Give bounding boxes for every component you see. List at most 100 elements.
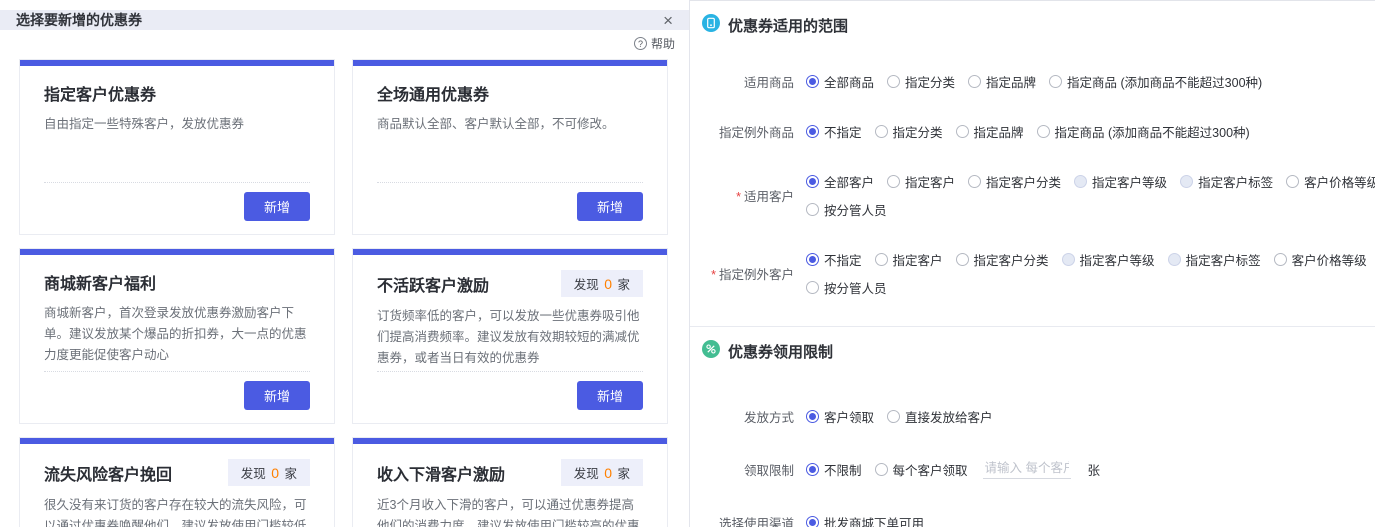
row-label: 适用商品 — [702, 72, 794, 91]
radio-option[interactable]: 指定客户 — [887, 172, 955, 191]
add-coupon-button[interactable]: 新增 — [576, 381, 643, 410]
card-description: 自由指定一些特殊客户，发放优惠券 — [44, 117, 245, 131]
radio-option[interactable]: 指定品牌 — [955, 122, 1024, 141]
radio-group-line: 全部商品 指定分类 指定品牌 指定商品 (添加商品不能超过300种) — [806, 70, 1262, 92]
section-header: 优惠券适用的范围 — [702, 1, 1375, 37]
radio-icon — [968, 174, 982, 188]
add-coupon-button[interactable]: 新增 — [576, 192, 643, 221]
card-description: 近3个月收入下滑的客户，可以通过优惠券提高他们的消费力度，建议发放使用门槛较高的… — [377, 498, 640, 527]
radio-icon — [806, 174, 819, 188]
radio-icon — [1049, 74, 1063, 88]
badge-suffix: 家 — [281, 467, 297, 481]
radio-group: 全部商品 指定分类 指定品牌 指定商品 (添加商品不能超过300种) — [806, 70, 1262, 92]
radio-icon — [1180, 174, 1194, 188]
radio-option[interactable]: 指定客户等级 — [1074, 172, 1167, 191]
radio-icon — [806, 515, 819, 527]
add-coupon-button[interactable]: 新增 — [243, 192, 310, 221]
row-label-text: 领取限制 — [743, 463, 794, 478]
radio-option[interactable]: 指定客户标签 — [1180, 172, 1273, 191]
coupon-scope-icon — [702, 14, 720, 37]
radio-option[interactable]: 指定客户 — [874, 250, 943, 269]
coupon-card: 商城新客户福利 商城新客户，首次登录发放优惠券激励客户下单。建议发放某个爆品的折扣… — [19, 248, 335, 424]
radio-option[interactable]: 全部客户 — [806, 172, 874, 191]
radio-icon — [955, 124, 969, 138]
form-panel: 优惠券适用的范围 适用商品 全部商品 指定分类 指定品牌 指定商品 (添加商品不能超过30… — [690, 0, 1375, 527]
radio-option[interactable]: 指定客户分类 — [968, 172, 1061, 191]
radio-icon — [955, 252, 969, 266]
form-row: *适用客户全部客户指定客户指定客户分类指定客户等级指定客户标签客户价格等级客户地… — [702, 170, 1375, 220]
radio-option-label: 指定分类 — [905, 75, 956, 90]
radio-option-label: 全部商品 — [824, 75, 875, 90]
radio-group-line: 不指定指定客户指定客户分类指定客户等级指定客户标签客户价格等级客户地区按分管部门 — [806, 248, 1375, 270]
radio-group: 不限制 每个客户领取 张 — [806, 458, 1100, 480]
required-asterisk: * — [736, 189, 741, 204]
radio-option[interactable]: 批发商城下单可用 — [806, 513, 924, 527]
radio-option[interactable]: 客户领取 — [806, 407, 874, 426]
radio-option[interactable]: 按分管人员 — [806, 278, 887, 297]
radio-option[interactable]: 不指定 — [806, 250, 862, 269]
card-body: 全场通用优惠券 商品默认全部、客户默认全部，不可修改。 新增 — [353, 66, 667, 234]
radio-option[interactable]: 指定商品 (添加商品不能超过300种) — [1049, 72, 1262, 91]
card-grid: 指定客户优惠券 自由指定一些特殊客户，发放优惠券 新增 全场通用优惠券 商品默认全部、客… — [0, 56, 689, 527]
card-title-row: 全场通用优惠券 — [377, 81, 643, 105]
radio-option[interactable]: 按分管人员 — [806, 200, 887, 219]
radio-option-label: 指定客户 — [905, 175, 956, 190]
radio-group-line: 全部客户指定客户指定客户分类指定客户等级指定客户标签客户价格等级客户地区按分管部… — [806, 170, 1375, 192]
card-title: 收入下滑客户激励 — [377, 466, 506, 484]
per-customer-limit-input[interactable] — [982, 459, 1071, 479]
help-icon: ? — [633, 37, 647, 50]
add-coupon-button[interactable]: 新增 — [243, 381, 310, 410]
coupon-card: 全场通用优惠券 商品默认全部、客户默认全部，不可修改。 新增 — [352, 59, 668, 235]
radio-option[interactable]: 指定品牌 — [968, 72, 1036, 91]
section-title: 优惠券领用限制 — [728, 344, 834, 361]
badge-prefix: 发现 — [573, 278, 603, 292]
radio-group: 不指定 指定分类 指定品牌 指定商品 (添加商品不能超过300种) — [806, 120, 1250, 142]
radio-option[interactable]: 客户价格等级 — [1273, 250, 1367, 269]
card-description: 订货频率低的客户，可以发放一些优惠券吸引他们提高消费频率。建议发放有效期较短的满… — [377, 309, 640, 365]
card-description: 商城新客户，首次登录发放优惠券激励客户下单。建议发放某个爆品的折扣券，大一点的优… — [44, 306, 307, 362]
radio-option-label: 指定商品 (添加商品不能超过300种) — [1054, 125, 1250, 140]
radio-icon — [968, 74, 982, 88]
radio-icon — [1036, 124, 1050, 138]
card-description: 很久没有来订货的客户存在较大的流失风险，可以通过优惠券唤醒他们，建议发放使用门槛… — [44, 498, 307, 527]
card-title: 流失风险客户挽回 — [44, 466, 173, 484]
radio-option[interactable]: 客户价格等级 — [1286, 172, 1375, 191]
radio-option[interactable]: 指定分类 — [874, 122, 943, 141]
close-icon[interactable]: × — [663, 12, 673, 29]
radio-icon — [806, 252, 819, 266]
badge-prefix: 发现 — [573, 467, 603, 481]
radio-dot — [809, 127, 816, 135]
radio-option[interactable]: 直接发放给客户 — [887, 407, 993, 426]
radio-icon — [874, 252, 888, 266]
card-footer: 新增 — [377, 371, 643, 410]
radio-group-line: 按分管人员 — [806, 276, 1375, 298]
radio-dot — [809, 412, 816, 420]
radio-group-line: 不限制 每个客户领取 张 — [806, 458, 1100, 480]
card-title: 不活跃客户激励 — [377, 277, 490, 295]
radio-option[interactable]: 指定客户标签 — [1167, 250, 1261, 269]
radio-icon — [874, 124, 888, 138]
form-row: 指定例外商品 不指定 指定分类 指定品牌 指定商品 (添加商品不能超过300种) — [702, 120, 1375, 142]
radio-icon — [887, 174, 901, 188]
help-link[interactable]: 帮助 — [651, 35, 675, 52]
form-row: *指定例外客户不指定指定客户指定客户分类指定客户等级指定客户标签客户价格等级客户… — [702, 248, 1375, 298]
radio-option-label: 每个客户领取 — [892, 463, 968, 478]
radio-icon — [874, 462, 888, 476]
radio-icon — [887, 74, 901, 88]
radio-option[interactable]: 全部商品 — [806, 72, 874, 91]
radio-option[interactable]: 指定商品 (添加商品不能超过300种) — [1036, 122, 1250, 141]
required-asterisk: * — [711, 267, 716, 282]
radio-icon — [887, 409, 901, 423]
radio-option[interactable]: 不指定 — [806, 122, 862, 141]
radio-option[interactable]: 指定客户等级 — [1061, 250, 1155, 269]
row-label: 领取限制 — [702, 460, 794, 479]
radio-option[interactable]: 每个客户领取 — [874, 460, 968, 479]
radio-option[interactable]: 指定分类 — [887, 72, 955, 91]
radio-option-label: 指定品牌 — [973, 125, 1024, 140]
row-label: 发放方式 — [702, 407, 794, 426]
radio-option-label: 指定客户分类 — [986, 175, 1062, 190]
radio-option-label: 指定客户等级 — [1092, 175, 1168, 190]
radio-option[interactable]: 不限制 — [806, 460, 862, 479]
radio-option[interactable]: 指定客户分类 — [955, 250, 1049, 269]
radio-option-label: 按分管人员 — [824, 281, 887, 296]
